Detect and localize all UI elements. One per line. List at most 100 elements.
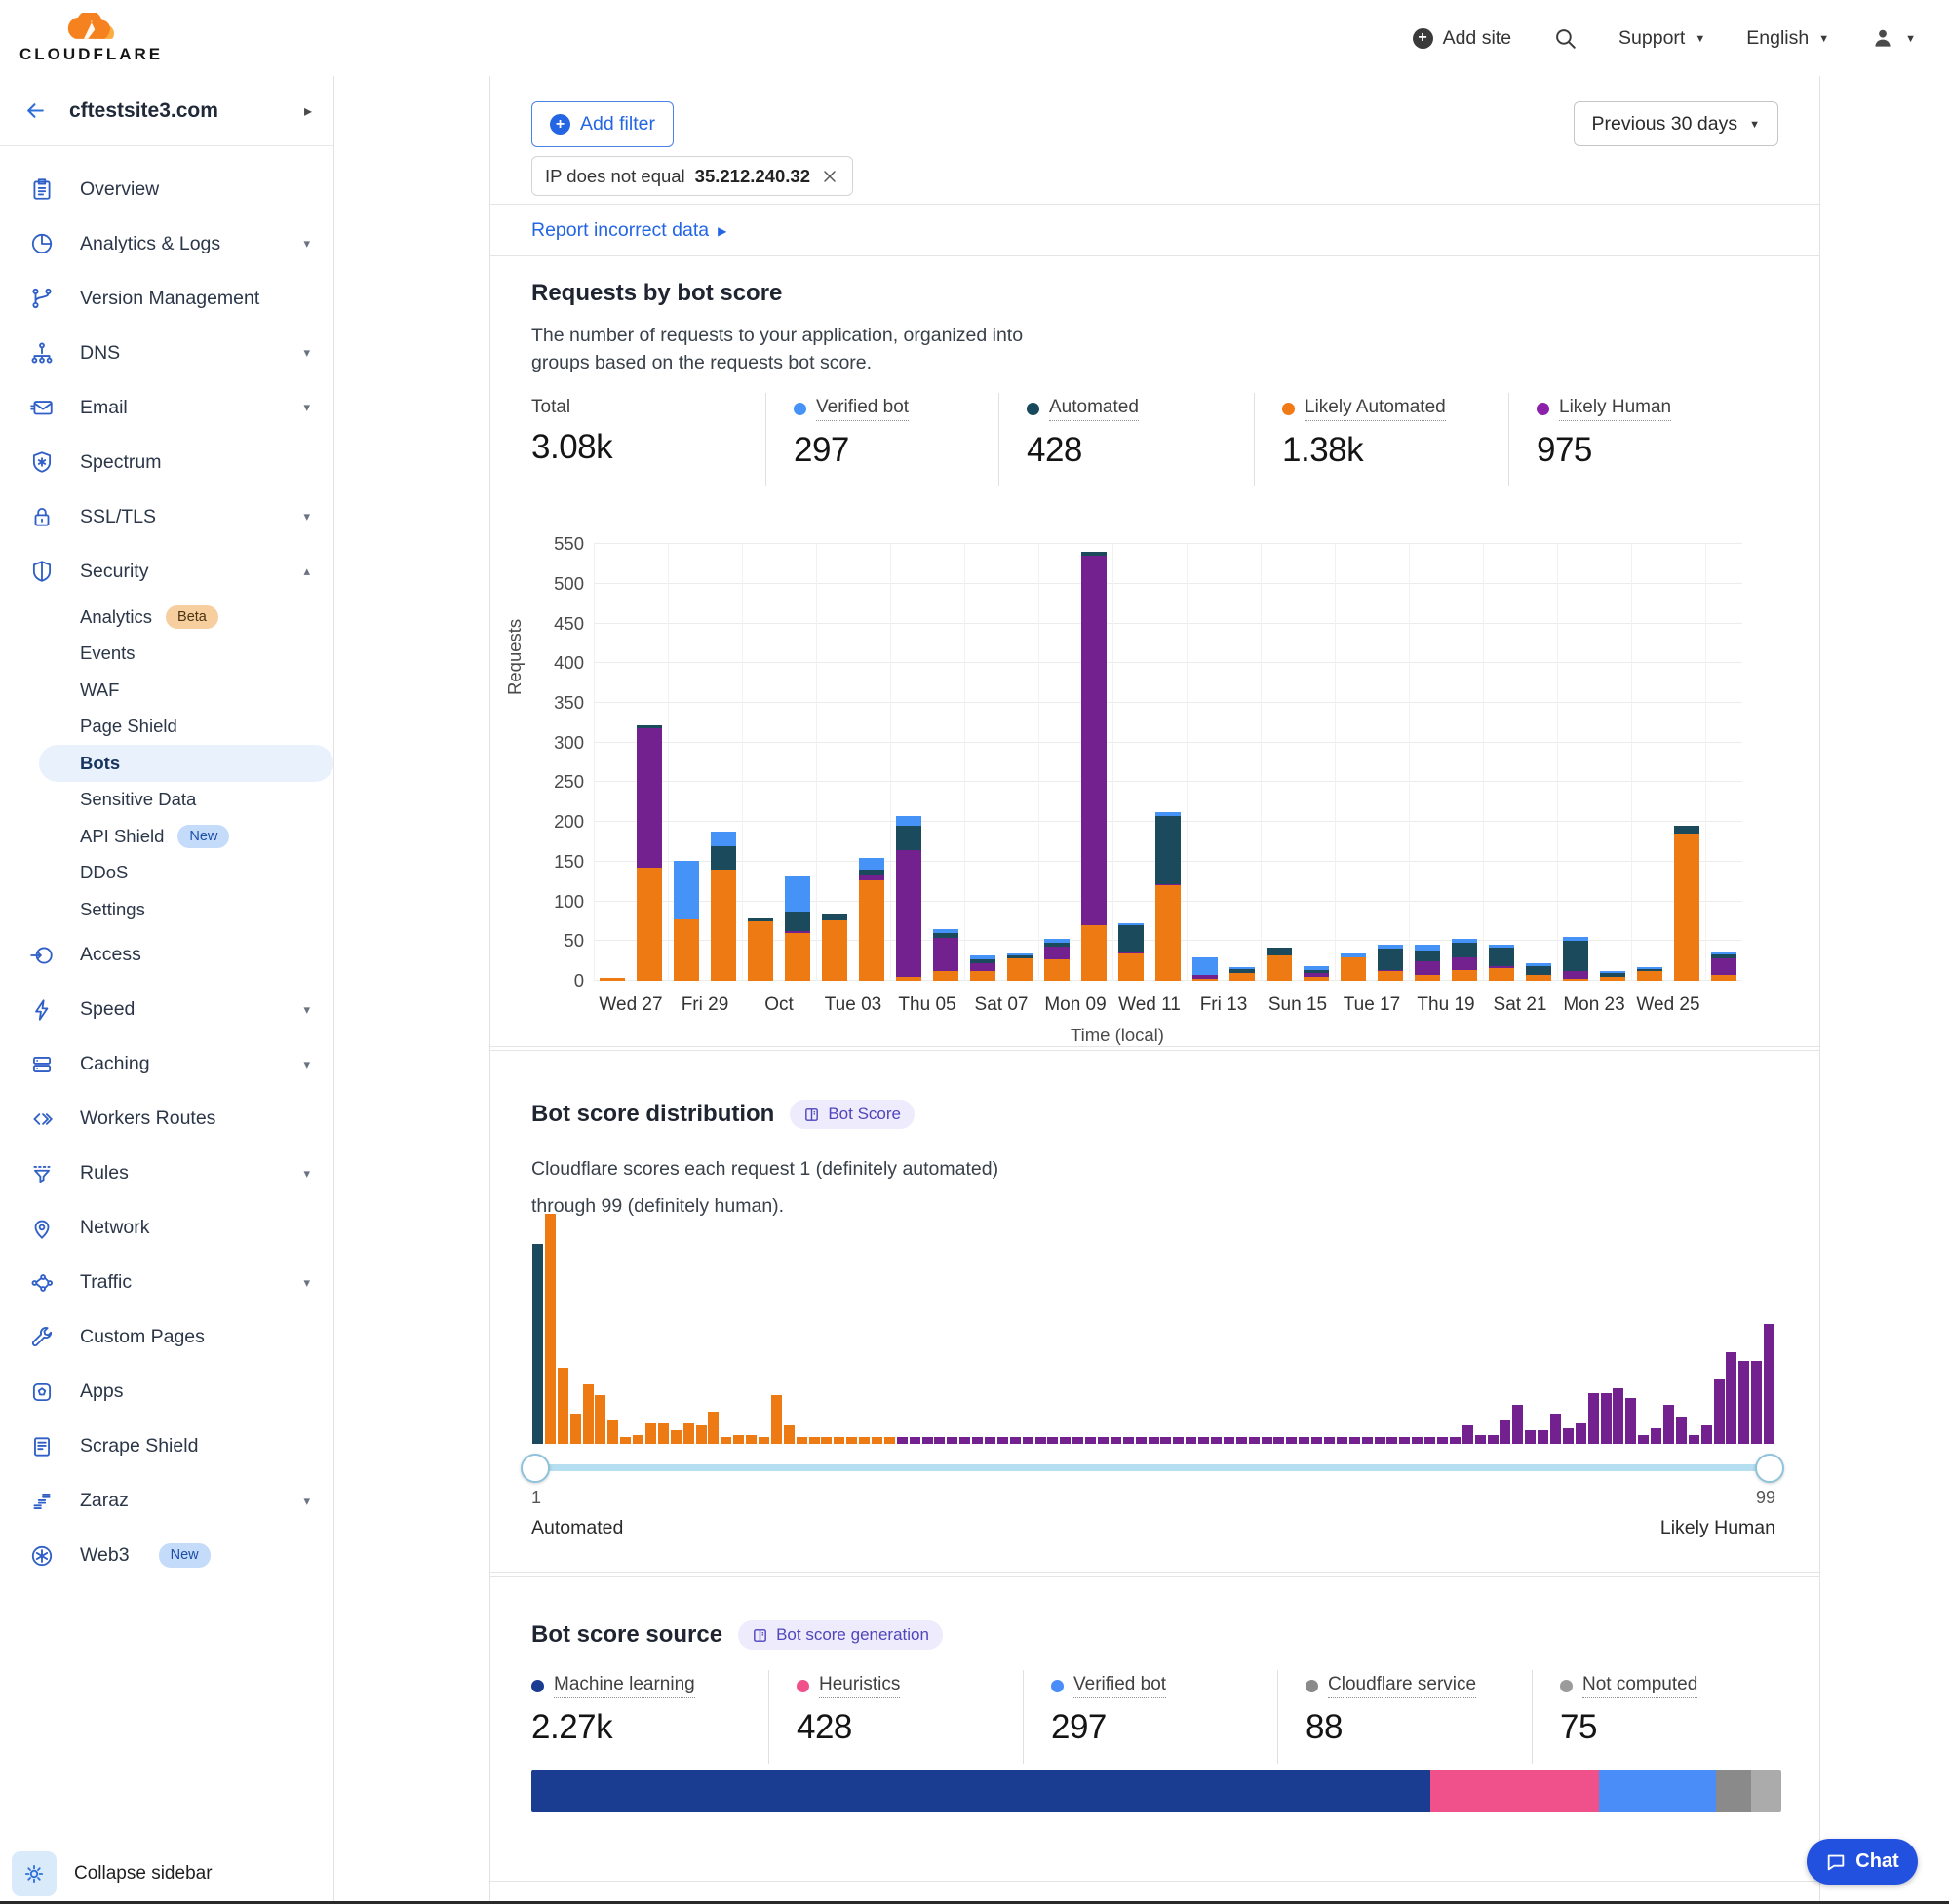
bar-segment-verified-bot[interactable]	[1192, 957, 1218, 975]
histogram-bar[interactable]	[607, 1420, 618, 1444]
histogram-bar[interactable]	[1689, 1435, 1699, 1444]
bar-segment-likely-automated[interactable]	[1415, 975, 1440, 982]
histogram-bar[interactable]	[1010, 1437, 1021, 1444]
histogram-bar[interactable]	[1538, 1430, 1548, 1444]
bar-segment-likely-automated[interactable]	[1526, 975, 1551, 982]
sidebar-item-web3[interactable]: Web3New	[0, 1529, 333, 1583]
bar-segment-verified-bot[interactable]	[785, 876, 810, 912]
filter-chip[interactable]: IP does not equal 35.212.240.32	[531, 156, 853, 196]
bar-segment-likely-automated[interactable]	[1341, 957, 1366, 981]
bar-segment-likely-human[interactable]	[970, 963, 995, 971]
site-row[interactable]: cftestsite3.com ▸	[0, 76, 333, 146]
histogram-bar[interactable]	[645, 1423, 656, 1444]
sidebar-item-bots[interactable]: Bots	[39, 745, 333, 782]
histogram-bar[interactable]	[1362, 1437, 1373, 1444]
sidebar-item-security[interactable]: Security▴	[0, 544, 333, 599]
histogram-bar[interactable]	[1512, 1405, 1523, 1444]
bar-segment-likely-automated[interactable]	[1674, 834, 1699, 981]
histogram-bar[interactable]	[846, 1437, 857, 1444]
bar-segment-verified-bot[interactable]	[1118, 923, 1144, 925]
histogram-bar[interactable]	[1488, 1435, 1499, 1444]
histogram-bar[interactable]	[784, 1425, 795, 1444]
histogram-bar[interactable]	[821, 1437, 832, 1444]
bar-segment-verified-bot[interactable]	[1044, 939, 1070, 943]
bar-segment-likely-human[interactable]	[1304, 973, 1329, 977]
bar-segment-likely-human[interactable]	[1711, 958, 1736, 974]
gear-icon[interactable]	[12, 1851, 57, 1896]
bar-segment-automated[interactable]	[859, 870, 884, 875]
histogram-bar[interactable]	[633, 1435, 643, 1444]
bar-segment-verified-bot[interactable]	[1600, 971, 1625, 973]
sidebar-item-spectrum[interactable]: Spectrum	[0, 435, 333, 489]
source-segment-cloudflare-service[interactable]	[1716, 1770, 1751, 1812]
bar-segment-automated[interactable]	[1378, 949, 1403, 969]
histogram-bar[interactable]	[1111, 1437, 1121, 1444]
histogram-bar[interactable]	[1060, 1437, 1071, 1444]
stat-label[interactable]: Verified bot	[1051, 1674, 1166, 1698]
histogram-bar[interactable]	[1576, 1423, 1586, 1444]
histogram-bar[interactable]	[1249, 1437, 1260, 1444]
time-range-select[interactable]: Previous 30 days ▼	[1574, 101, 1778, 146]
bar-segment-likely-automated[interactable]	[1229, 973, 1255, 981]
histogram-bar[interactable]	[797, 1437, 807, 1444]
back-arrow-icon[interactable]	[23, 98, 48, 123]
sidebar-item-custom-pages[interactable]: Custom Pages	[0, 1310, 333, 1365]
histogram-bar[interactable]	[746, 1435, 757, 1444]
bar-segment-automated[interactable]	[1711, 954, 1736, 958]
histogram-bar[interactable]	[934, 1437, 945, 1444]
sidebar-item-dns[interactable]: DNS▾	[0, 326, 333, 380]
histogram-bar[interactable]	[1386, 1437, 1397, 1444]
histogram-bar[interactable]	[985, 1437, 995, 1444]
bar-segment-likely-human[interactable]	[1081, 556, 1107, 925]
sidebar-item-api-shield[interactable]: API ShieldNew	[0, 818, 333, 855]
chat-button[interactable]: Chat	[1807, 1839, 1918, 1885]
histogram-bar[interactable]	[809, 1437, 820, 1444]
bar-segment-likely-automated[interactable]	[859, 880, 884, 981]
bar-segment-likely-automated[interactable]	[1007, 958, 1033, 981]
language-menu[interactable]: English ▼	[1746, 27, 1829, 50]
histogram-bar[interactable]	[1500, 1420, 1510, 1444]
bar-segment-likely-automated[interactable]	[1489, 968, 1514, 981]
support-menu[interactable]: Support ▼	[1618, 27, 1705, 50]
bar-segment-automated[interactable]	[1229, 969, 1255, 973]
bar-segment-likely-automated[interactable]	[711, 870, 736, 981]
bar-segment-likely-human[interactable]	[933, 938, 958, 971]
bar-segment-automated[interactable]	[933, 933, 958, 938]
sidebar-item-settings[interactable]: Settings	[0, 891, 333, 928]
bar-segment-automated[interactable]	[711, 846, 736, 870]
histogram-bar[interactable]	[972, 1437, 983, 1444]
histogram-bar[interactable]	[620, 1437, 631, 1444]
stat-label[interactable]: Machine learning	[531, 1674, 695, 1698]
bar-segment-likely-automated[interactable]	[1267, 955, 1292, 981]
bar-segment-likely-human[interactable]	[1563, 971, 1588, 979]
histogram-bar[interactable]	[1023, 1437, 1033, 1444]
sidebar-item-scrape-shield[interactable]: Scrape Shield	[0, 1419, 333, 1474]
histogram-bar[interactable]	[558, 1368, 568, 1444]
bar-segment-verified-bot[interactable]	[1229, 967, 1255, 969]
bar-segment-likely-automated[interactable]	[1452, 970, 1477, 981]
histogram-bar[interactable]	[1136, 1437, 1147, 1444]
bar-segment-automated[interactable]	[1118, 925, 1144, 952]
sidebar-item-speed[interactable]: Speed▾	[0, 983, 333, 1037]
bar-segment-automated[interactable]	[1267, 948, 1292, 955]
histogram-bar[interactable]	[733, 1435, 744, 1444]
bar-segment-likely-automated[interactable]	[1304, 977, 1329, 981]
bar-segment-automated[interactable]	[1081, 552, 1107, 556]
histogram-bar[interactable]	[1676, 1417, 1687, 1444]
sidebar-item-rules[interactable]: Rules▾	[0, 1146, 333, 1201]
bar-segment-likely-automated[interactable]	[1711, 975, 1736, 982]
bar-segment-automated[interactable]	[1674, 826, 1699, 834]
bar-segment-automated[interactable]	[1563, 941, 1588, 971]
histogram-bar[interactable]	[1123, 1437, 1134, 1444]
sidebar-item-analytics[interactable]: AnalyticsBeta	[0, 599, 333, 636]
histogram-bar[interactable]	[1701, 1425, 1712, 1444]
histogram-bar[interactable]	[1236, 1437, 1247, 1444]
histogram-bar[interactable]	[910, 1437, 920, 1444]
histogram-bar[interactable]	[595, 1395, 605, 1444]
histogram-bar[interactable]	[570, 1414, 581, 1444]
bar-segment-verified-bot[interactable]	[896, 816, 921, 827]
bar-segment-automated[interactable]	[1044, 943, 1070, 947]
bar-segment-likely-automated[interactable]	[1081, 925, 1107, 981]
histogram-bar[interactable]	[1613, 1388, 1623, 1444]
bar-segment-automated[interactable]	[637, 725, 662, 728]
